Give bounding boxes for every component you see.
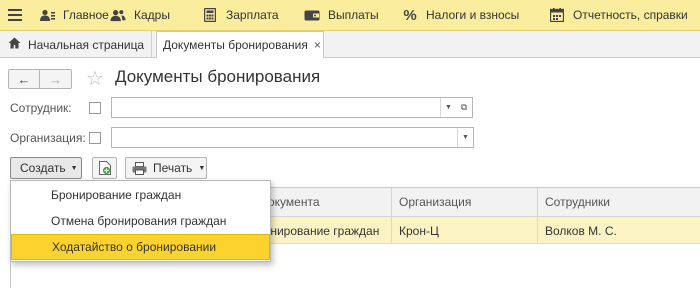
tab-booking-documents-label: Документы бронирования [163, 38, 308, 52]
printer-icon [132, 161, 147, 175]
section-salary-label: Зарплата [226, 8, 279, 22]
tab-home-label: Начальная страница [28, 37, 145, 52]
calculator-icon [202, 8, 218, 22]
organization-filter-label: Организация: [10, 131, 86, 145]
employee-filter-label: Сотрудник: [10, 101, 72, 115]
cell-employees[interactable]: Волков М. С. [538, 217, 700, 244]
menu-item-booking-citizens[interactable]: Бронирование граждан [11, 182, 270, 208]
arrow-left-icon: ← [17, 71, 31, 87]
add-document-icon [98, 161, 111, 175]
section-taxes[interactable]: % Налоги и взносы [396, 0, 525, 31]
print-button-label: Печать [153, 161, 193, 175]
section-payments-label: Выплаты [328, 8, 379, 22]
section-taxes-label: Налоги и взносы [426, 8, 520, 22]
favorite-star-icon[interactable]: ☆ [86, 66, 104, 91]
chevron-down-icon[interactable]: ▼ [440, 98, 456, 117]
back-button[interactable]: ← [8, 69, 40, 89]
print-button[interactable]: Печать ▼ [125, 157, 207, 179]
close-icon[interactable]: × [314, 38, 321, 52]
open-window-icon: ⧉ [460, 102, 468, 112]
section-reports[interactable]: Отчетность, справки [543, 0, 694, 31]
arrow-right-icon: → [49, 71, 62, 87]
sections-panel: Главное Кадры Зарплата Выплаты % Налоги и… [0, 0, 700, 31]
menu-item-cancel-booking[interactable]: Отмена бронирования граждан [11, 208, 270, 234]
cell-organization[interactable]: Крон-Ц [392, 217, 538, 244]
section-main[interactable]: Главное [33, 0, 115, 31]
open-employee-button[interactable]: ⧉ [456, 97, 473, 118]
report-icon [549, 8, 565, 22]
create-button[interactable]: Создать ▼ [10, 157, 82, 179]
organization-filter-field[interactable]: ▼ [111, 127, 474, 148]
page-title: Документы бронирования [115, 67, 321, 86]
create-button-label: Создать [20, 161, 66, 175]
menu-item-booking-petition[interactable]: Ходатайство о бронировании [11, 234, 270, 260]
wallet-icon [304, 8, 320, 22]
create-dropdown-menu: Бронирование граждан Отмена бронирования… [10, 180, 271, 262]
employee-filter-field[interactable]: ▼ [111, 97, 457, 118]
open-windows-bar: Начальная страница Документы бронировани… [0, 31, 700, 59]
people-icon [110, 8, 126, 22]
organization-filter-checkbox[interactable] [89, 132, 101, 144]
person-group-icon [39, 8, 55, 22]
tab-home[interactable]: Начальная страница [0, 31, 152, 58]
section-reports-label: Отчетность, справки [573, 8, 688, 22]
chevron-down-icon[interactable]: ▼ [457, 128, 473, 147]
section-salary[interactable]: Зарплата [196, 0, 285, 31]
percent-icon: % [403, 6, 417, 24]
tab-booking-documents[interactable]: Документы бронирования × [156, 31, 324, 59]
home-icon [8, 37, 21, 52]
column-header-employees[interactable]: Сотрудники [538, 188, 700, 217]
section-main-label: Главное [63, 8, 109, 22]
section-hr[interactable]: Кадры [104, 0, 176, 31]
create-document-button[interactable] [92, 157, 117, 179]
chevron-down-icon: ▼ [198, 164, 206, 172]
section-hr-label: Кадры [134, 8, 170, 22]
section-payments[interactable]: Выплаты [298, 0, 385, 31]
column-header-organization[interactable]: Организация [392, 188, 538, 217]
employee-filter-checkbox[interactable] [89, 102, 101, 114]
main-menu-button[interactable] [0, 0, 30, 31]
forward-button[interactable]: → [40, 69, 72, 89]
hamburger-icon [8, 9, 22, 21]
chevron-down-icon: ▼ [70, 164, 78, 172]
